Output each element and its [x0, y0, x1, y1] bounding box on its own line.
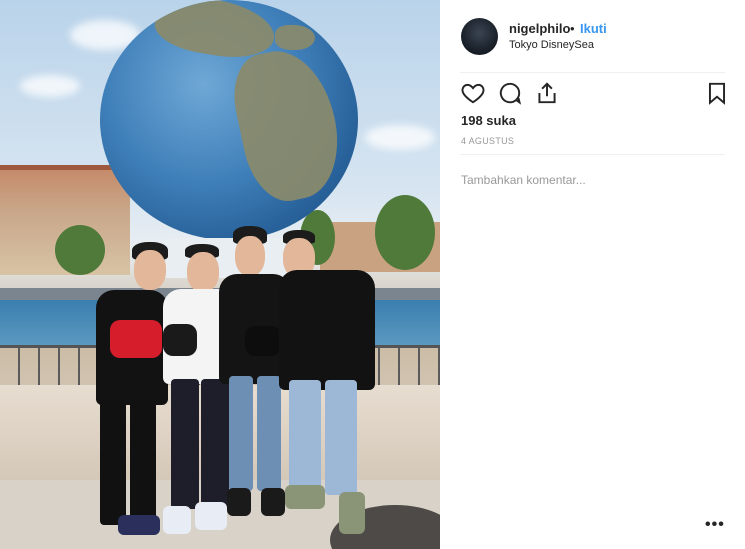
- comment-icon[interactable]: [497, 80, 523, 106]
- action-bar: [460, 80, 730, 108]
- more-options-icon[interactable]: •••: [705, 516, 725, 534]
- shoe: [163, 506, 191, 534]
- leg: [325, 380, 357, 495]
- username-link[interactable]: nigelphilo: [509, 21, 570, 36]
- heart-icon[interactable]: [460, 80, 486, 106]
- leg: [130, 400, 156, 525]
- continent: [275, 25, 315, 50]
- shoe: [339, 492, 365, 534]
- separator-dot: •: [570, 21, 575, 36]
- post-details-panel: nigelphilo • Ikuti Tokyo DisneySea 198 s…: [440, 0, 745, 549]
- shoe: [285, 485, 325, 509]
- head: [235, 236, 265, 276]
- cloud: [20, 75, 80, 97]
- location-link[interactable]: Tokyo DisneySea: [509, 39, 594, 51]
- post-date: 4 AGUSTUS: [461, 136, 515, 146]
- camera-bag: [163, 324, 197, 356]
- continent: [225, 41, 350, 209]
- bookmark-icon[interactable]: [704, 80, 730, 106]
- avatar[interactable]: [461, 18, 498, 55]
- follow-button[interactable]: Ikuti: [580, 21, 607, 36]
- leg: [289, 380, 321, 495]
- leg: [100, 400, 126, 525]
- likes-count[interactable]: 198 suka: [461, 113, 516, 128]
- leg: [171, 379, 199, 509]
- torso: [279, 270, 375, 390]
- cloud: [365, 125, 435, 150]
- divider: [460, 72, 725, 73]
- person: [275, 230, 385, 540]
- globe-sculpture: [100, 0, 358, 240]
- post-photo[interactable]: [0, 0, 440, 549]
- divider: [460, 154, 725, 155]
- shoe: [227, 488, 251, 516]
- leg: [229, 376, 253, 491]
- post-header: nigelphilo • Ikuti Tokyo DisneySea: [440, 0, 745, 72]
- add-comment-input[interactable]: Tambahkan komentar...: [461, 173, 586, 187]
- shoe: [118, 515, 160, 535]
- share-icon[interactable]: [534, 80, 560, 106]
